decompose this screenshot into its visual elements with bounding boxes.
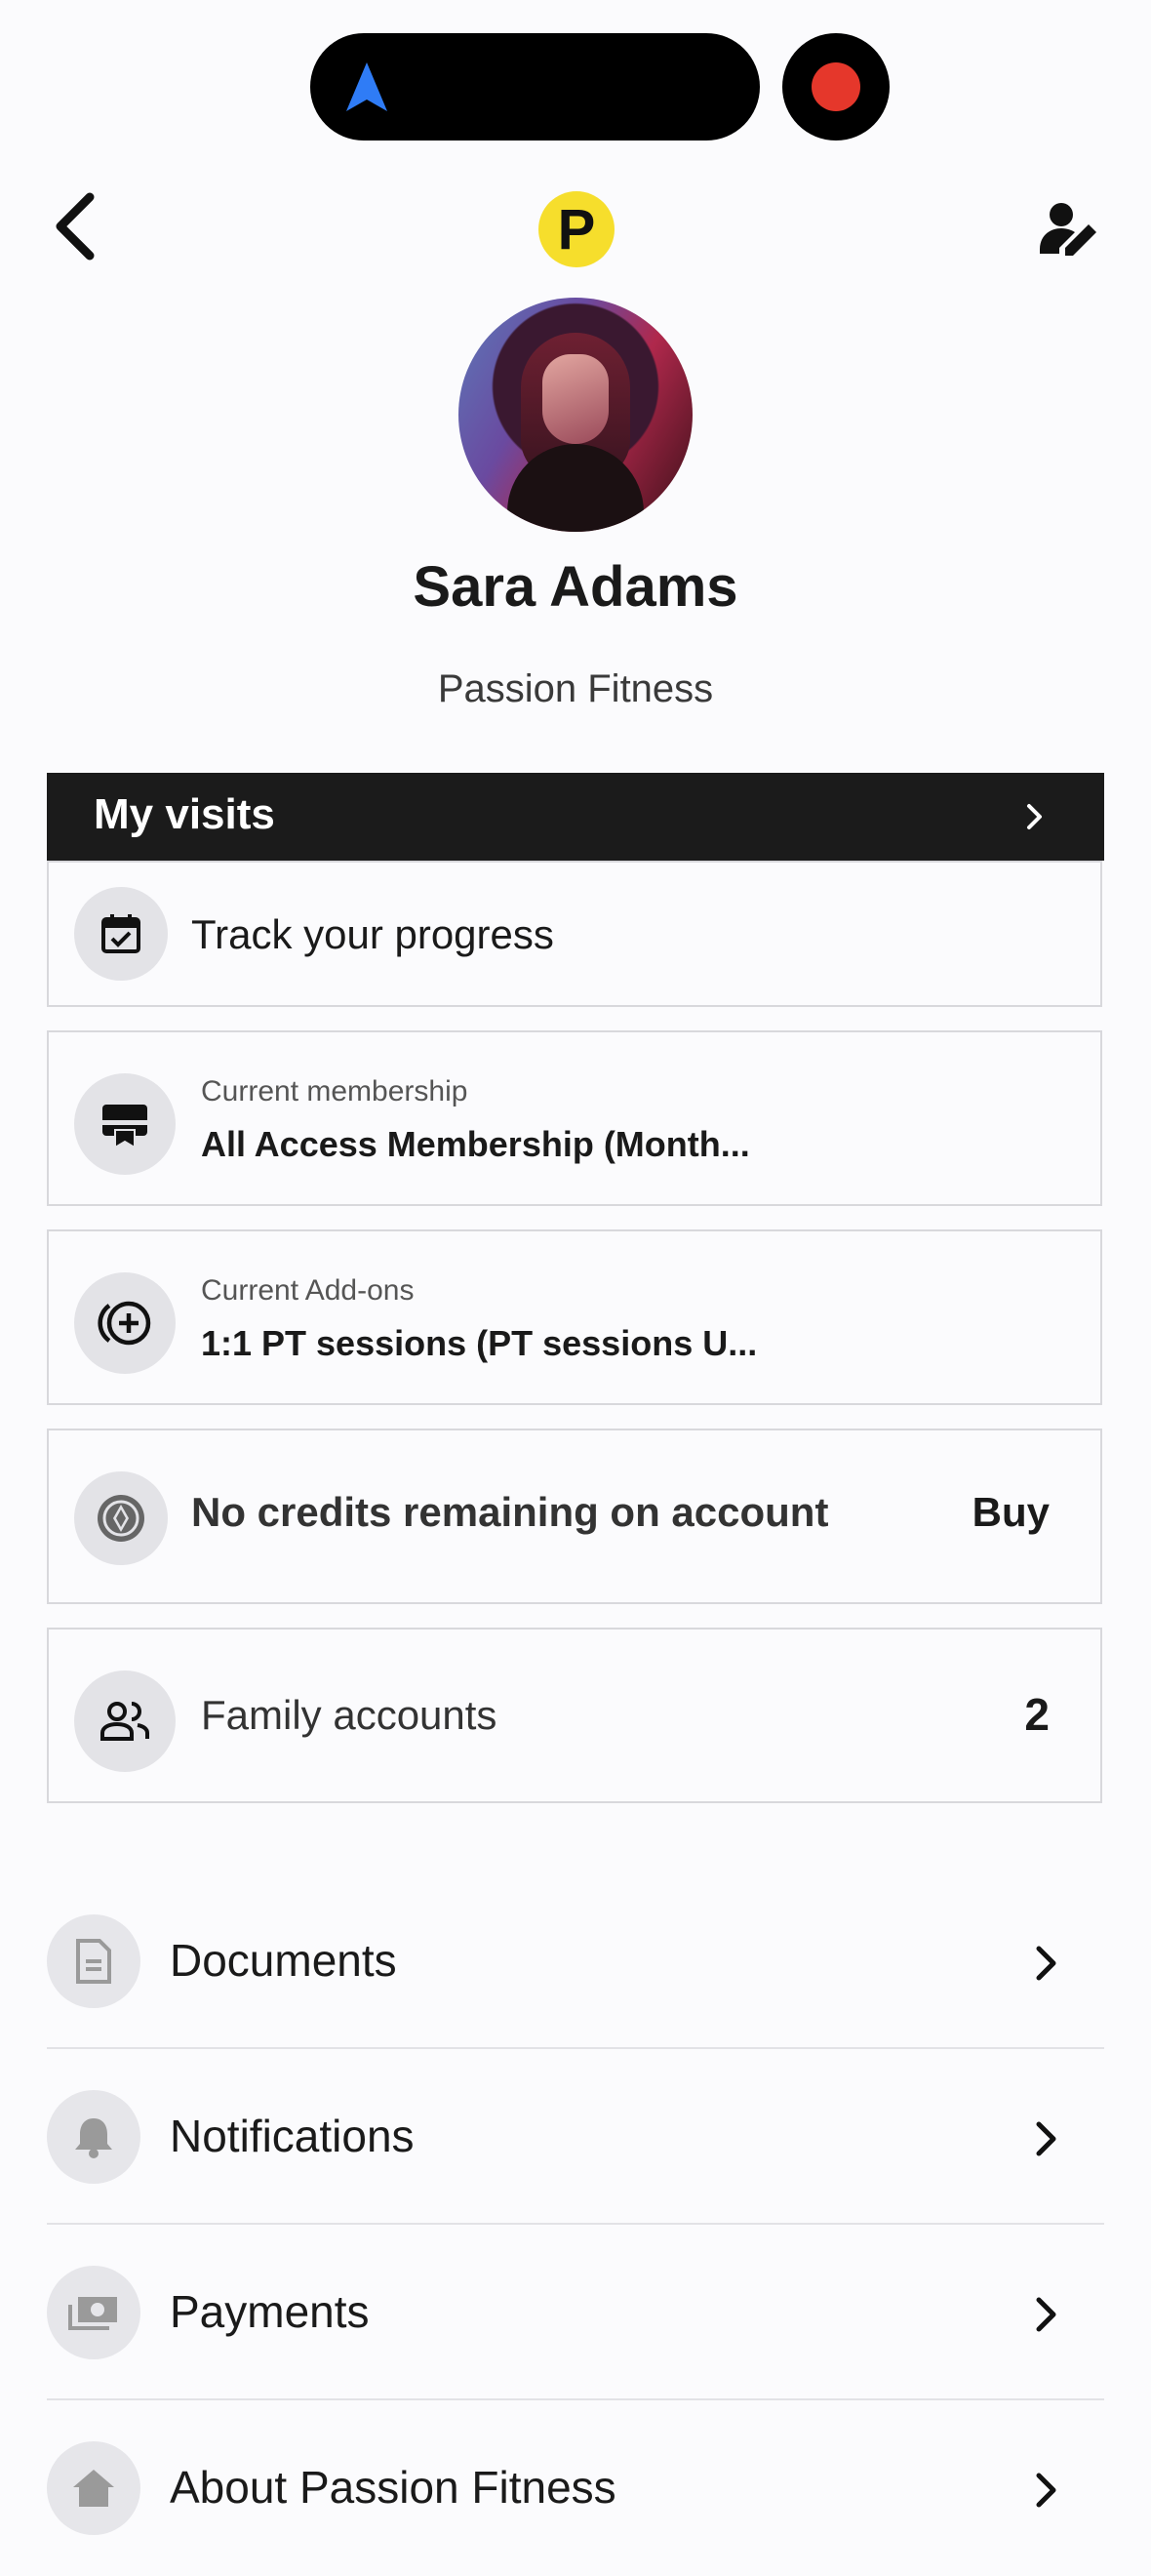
- membership-sublabel: Current membership: [201, 1075, 468, 1107]
- family-accounts-card[interactable]: Family accounts 2: [47, 1628, 1102, 1803]
- record-dot-icon: [812, 62, 860, 111]
- back-arrow-icon[interactable]: [47, 191, 105, 262]
- profile-name: Sara Adams: [413, 555, 738, 619]
- track-progress-card[interactable]: Track your progress: [47, 861, 1102, 1007]
- membership-card[interactable]: Current membership All Access Membership…: [47, 1030, 1102, 1206]
- dynamic-island: [310, 33, 760, 141]
- menu-item-payments[interactable]: Payments: [47, 2225, 1104, 2400]
- chevron-right-icon: [1036, 1946, 1056, 1981]
- gym-logo: P: [538, 191, 615, 267]
- chevron-right-icon: [1027, 804, 1042, 829]
- my-visits-label: My visits: [94, 790, 275, 838]
- credits-label: No credits remaining on account: [191, 1489, 829, 1535]
- menu-item-documents[interactable]: Documents: [47, 1873, 1104, 2049]
- recording-indicator: [782, 33, 890, 141]
- document-icon: [47, 1914, 140, 2008]
- addons-value: 1:1 PT sessions (PT sessions U...: [201, 1323, 758, 1363]
- menu-label-about: About Passion Fitness: [170, 2462, 616, 2513]
- menu-label-documents: Documents: [170, 1935, 397, 1986]
- chevron-right-icon: [1036, 2297, 1056, 2332]
- menu-item-notifications[interactable]: Notifications: [47, 2049, 1104, 2225]
- addons-sublabel: Current Add-ons: [201, 1274, 415, 1307]
- edit-profile-icon[interactable]: [1040, 199, 1100, 260]
- credits-card[interactable]: No credits remaining on account Buy: [47, 1429, 1102, 1604]
- add-circle-icon: [74, 1272, 176, 1374]
- avatar[interactable]: [458, 298, 693, 532]
- family-accounts-label: Family accounts: [201, 1692, 497, 1738]
- logo-letter: P: [557, 197, 596, 262]
- bell-icon: [47, 2090, 140, 2184]
- people-icon: [74, 1670, 176, 1772]
- my-visits-header[interactable]: My visits: [47, 773, 1104, 861]
- navigation-arrow-icon: [346, 62, 387, 111]
- gym-name: Passion Fitness: [437, 667, 714, 710]
- money-icon: [47, 2266, 140, 2359]
- menu-item-about[interactable]: About Passion Fitness: [47, 2400, 1104, 2576]
- track-progress-label: Track your progress: [191, 911, 554, 957]
- addons-card[interactable]: Current Add-ons 1:1 PT sessions (PT sess…: [47, 1229, 1102, 1405]
- membership-card-icon: [74, 1073, 176, 1175]
- membership-value: All Access Membership (Month...: [201, 1124, 750, 1164]
- calendar-check-icon: [74, 887, 168, 981]
- chevron-right-icon: [1036, 2473, 1056, 2508]
- home-icon: [47, 2441, 140, 2535]
- menu-label-notifications: Notifications: [170, 2111, 415, 2161]
- chevron-right-icon: [1036, 2121, 1056, 2156]
- family-accounts-count: 2: [1024, 1689, 1050, 1740]
- menu-label-payments: Payments: [170, 2286, 370, 2337]
- credits-coin-icon: [74, 1471, 168, 1565]
- buy-credits-button[interactable]: Buy: [972, 1489, 1050, 1536]
